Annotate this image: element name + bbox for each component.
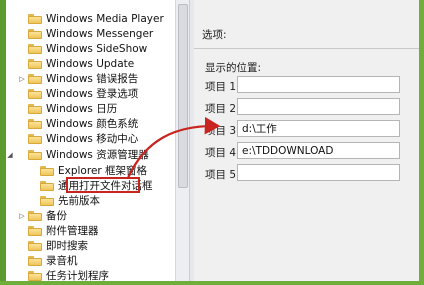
arrow-path <box>126 116 221 179</box>
annotation-arrow <box>126 116 221 179</box>
